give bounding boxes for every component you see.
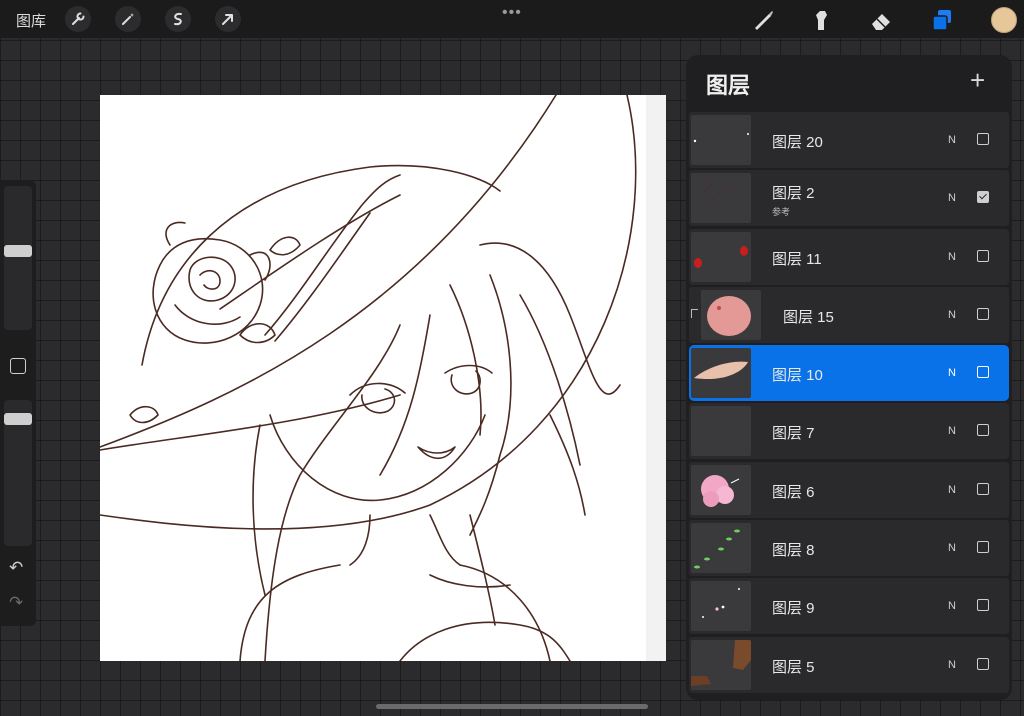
layer-thumbnail — [691, 406, 751, 457]
layer-row[interactable]: 图层 2 参考 N — [689, 170, 1009, 227]
layer-thumbnail — [691, 115, 751, 165]
layers-icon[interactable] — [929, 7, 955, 33]
layer-row[interactable]: 图层 15 N — [689, 286, 1009, 343]
wrench-icon[interactable] — [65, 6, 91, 32]
layer-reference-label: 参考 — [772, 207, 791, 218]
eraser-icon[interactable] — [868, 7, 894, 33]
brush-icon[interactable] — [750, 7, 776, 33]
layer-row[interactable]: 图层 8 N — [689, 520, 1009, 577]
blend-mode-label[interactable]: N — [948, 659, 956, 671]
layer-thumbnail — [691, 231, 751, 282]
opacity-slider[interactable] — [4, 400, 32, 546]
blend-mode-label[interactable]: N — [948, 484, 956, 496]
layer-visibility-checkbox[interactable] — [977, 482, 989, 495]
layer-visibility-checkbox[interactable] — [977, 599, 989, 612]
add-layer-button[interactable]: + — [970, 65, 985, 95]
layers-panel-title: 图层 — [706, 73, 751, 98]
layer-name: 图层 7 — [772, 425, 815, 443]
layer-name: 图层 9 — [772, 600, 815, 618]
blend-mode-label[interactable]: N — [948, 542, 956, 554]
layer-name: 图层 10 — [772, 367, 823, 385]
layer-visibility-checkbox[interactable] — [977, 424, 989, 437]
layer-visibility-checkbox[interactable] — [977, 541, 989, 554]
layer-visibility-checkbox[interactable] — [977, 657, 989, 670]
blend-mode-label[interactable]: N — [948, 192, 956, 204]
opacity-thumb[interactable] — [4, 413, 32, 425]
layer-thumbnail — [691, 581, 751, 632]
brush-size-thumb[interactable] — [4, 245, 32, 257]
layer-thumbnail — [691, 523, 751, 574]
gallery-button[interactable]: 图库 — [16, 10, 46, 31]
layer-row[interactable]: 图层 20 N — [689, 112, 1009, 168]
blend-mode-label[interactable]: N — [948, 425, 956, 437]
layer-thumbnail — [691, 639, 751, 690]
drawing-canvas[interactable] — [100, 95, 666, 661]
blend-mode-label[interactable]: N — [948, 367, 956, 379]
layer-name: 图层 11 — [772, 250, 822, 268]
layer-row[interactable]: 图层 5 N — [689, 636, 1009, 693]
modify-button[interactable] — [10, 358, 26, 374]
transform-arrow-icon[interactable] — [215, 6, 241, 32]
layer-name: 图层 5 — [772, 658, 815, 676]
selection-icon[interactable] — [165, 6, 191, 32]
layer-thumbnail — [691, 348, 751, 399]
layer-row[interactable]: 图层 7 N — [689, 403, 1009, 460]
top-toolbar: 图库 ••• — [0, 0, 1024, 38]
layer-thumbnail — [691, 173, 751, 224]
layer-name: 图层 8 — [772, 542, 815, 560]
layer-name: 图层 20 — [772, 134, 823, 151]
layer-row-selected[interactable]: 图层 10 N — [689, 345, 1009, 402]
clipping-mask-icon — [691, 308, 698, 318]
layer-row[interactable]: 图层 6 N — [689, 461, 1009, 518]
lineart-illustration — [100, 95, 666, 661]
layer-visibility-checkbox[interactable] — [977, 133, 989, 145]
blend-mode-label[interactable]: N — [948, 600, 956, 612]
undo-icon[interactable]: ↶ — [9, 558, 23, 578]
layer-visibility-checkbox[interactable] — [977, 249, 989, 262]
redo-icon[interactable]: ↷ — [9, 593, 23, 613]
home-indicator — [376, 704, 648, 709]
color-picker-swatch[interactable] — [991, 7, 1017, 33]
layer-name: 图层 6 — [772, 483, 815, 501]
brush-size-slider[interactable] — [4, 186, 32, 330]
layers-list: 图层 20 N 图层 2 参考 N 图层 11 N 图层 15 N 图层 10 … — [689, 112, 1009, 695]
layer-thumbnail — [691, 464, 751, 515]
layer-name: 图层 2 — [772, 185, 815, 203]
magic-wand-icon[interactable] — [115, 6, 141, 32]
layer-row[interactable]: 图层 11 N — [689, 228, 1009, 285]
layer-visibility-checkbox[interactable] — [977, 191, 989, 204]
more-options-dots[interactable]: ••• — [502, 4, 522, 22]
blend-mode-label[interactable]: N — [948, 251, 956, 263]
smudge-icon[interactable] — [808, 7, 834, 33]
layer-thumbnail — [701, 289, 761, 340]
blend-mode-label[interactable]: N — [948, 309, 956, 321]
left-sidebar: ↶ ↷ — [0, 180, 36, 626]
blend-mode-label[interactable]: N — [948, 134, 956, 146]
layer-visibility-checkbox[interactable] — [977, 366, 989, 379]
layer-name: 图层 15 — [783, 308, 834, 326]
layer-row[interactable]: 图层 9 N — [689, 578, 1009, 635]
layer-visibility-checkbox[interactable] — [977, 307, 989, 320]
layers-panel: 图层 + 图层 20 N 图层 2 参考 N 图层 11 N 图层 15 N 图… — [686, 55, 1012, 700]
